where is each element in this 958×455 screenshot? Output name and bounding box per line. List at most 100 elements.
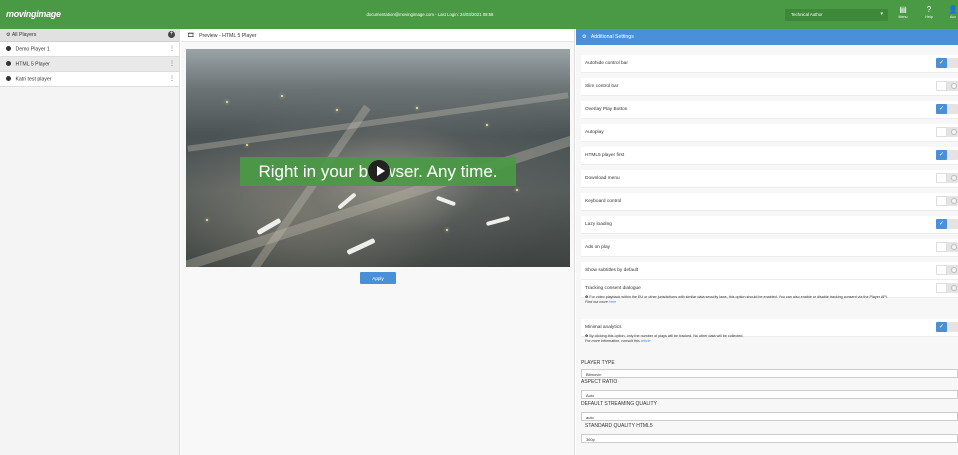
setting-row-lazy-loading: Lazy loading ✓ — [581, 216, 958, 234]
players-sidebar: ⚙ All Players + Demo Player 1 ⋮ HTML 5 P… — [0, 29, 180, 455]
player-type-select[interactable]: Bitmovin — [581, 369, 958, 378]
toggle-off-state — [936, 127, 947, 137]
player-icon — [6, 76, 11, 81]
player-item-label: Demo Player 1 — [15, 46, 50, 53]
account-icon: 👤 — [948, 5, 958, 14]
analytics-article-link[interactable]: article — [641, 339, 651, 343]
setting-label: Autoplay — [585, 130, 604, 135]
gear-icon: ⚙ — [582, 34, 587, 40]
setting-label: Autohide control bar — [585, 61, 628, 66]
setting-toggle[interactable] — [936, 283, 958, 293]
player-type-label: PLAYER TYPE — [581, 360, 615, 366]
streaming-quality-select[interactable]: auto — [581, 412, 958, 421]
settings-title: Additional Settings — [590, 34, 634, 40]
setting-label: Slim control bar — [585, 84, 619, 89]
setting-toggle[interactable]: ✓ — [936, 322, 958, 332]
setting-row-slim-control-bar: Slim control bar — [581, 78, 958, 96]
menu-label: Menu — [898, 15, 908, 19]
add-player-icon[interactable]: + — [168, 31, 175, 38]
help-button[interactable]: ? Help — [919, 4, 939, 19]
preview-header: 🎞 Preview - HTML 5 Player — [181, 29, 574, 42]
toggle-off-state — [936, 81, 947, 91]
minimal-analytics-note: ❶ By clicking this option, only the numb… — [585, 334, 744, 344]
tracking-consent-note: ❶ For video playback within the EU or ot… — [585, 295, 888, 305]
setting-label: Ads on play — [585, 245, 611, 250]
html5-quality-label: STANDARD QUALITY HTML5 — [585, 423, 653, 429]
play-button[interactable] — [368, 160, 390, 182]
help-label: Help — [925, 15, 933, 19]
setting-label: Download menu — [585, 176, 620, 181]
setting-label: Minimal analytics — [585, 325, 622, 330]
setting-toggle[interactable]: ✓ — [936, 219, 958, 229]
setting-toggle[interactable] — [936, 242, 958, 252]
setting-label: Keyboard control — [585, 199, 622, 204]
top-bar: movingimage documentation@movingimage.co… — [0, 0, 958, 29]
setting-row-html5-player-first: HTML5 player first ✓ — [581, 147, 958, 165]
setting-toggle[interactable]: ✓ — [936, 150, 958, 160]
player-item-demo-player-1[interactable]: Demo Player 1 ⋮ — [0, 42, 179, 57]
setting-row-autoplay: Autoplay — [581, 124, 958, 142]
player-list: Demo Player 1 ⋮ HTML 5 Player ⋮ Katri te… — [0, 42, 179, 87]
login-info: documentation@movingimage.com - Last Log… — [366, 12, 494, 17]
player-item-html5-player[interactable]: HTML 5 Player ⋮ — [0, 57, 179, 72]
aspect-ratio-label: ASPECT RATIO — [581, 379, 618, 385]
setting-toggle[interactable] — [936, 81, 958, 91]
toggle-off-state — [936, 242, 947, 252]
toggle-off-state — [936, 196, 947, 206]
setting-toggle[interactable]: ✓ — [936, 58, 958, 68]
info-icon: ❶ — [585, 334, 589, 338]
check-icon: ✓ — [936, 104, 947, 114]
account-button[interactable]: 👤 Acc — [943, 4, 958, 19]
all-players-label: All Players — [11, 32, 37, 38]
setting-row-overlay-play-button: Overlay Play Button ✓ — [581, 101, 958, 119]
toggle-knob-icon — [951, 267, 957, 273]
player-item-label: HTML 5 Player — [15, 61, 50, 68]
setting-toggle[interactable]: ✓ — [936, 104, 958, 114]
help-icon: ? — [926, 5, 932, 14]
video-player[interactable]: Right in your browser. Any time. — [186, 49, 570, 267]
tracking-more-link[interactable]: here — [609, 300, 616, 304]
more-options-icon[interactable]: ⋮ — [169, 60, 175, 67]
html5-quality-select[interactable]: 360p — [581, 434, 958, 443]
setting-row-keyboard-control: Keyboard control — [581, 193, 958, 211]
setting-row-autohide-control-bar: Autohide control bar ✓ — [581, 55, 958, 73]
settings-header: ⚙ Additional Settings — [576, 29, 958, 45]
toggle-knob-icon — [951, 83, 957, 89]
all-players-header[interactable]: ⚙ All Players + — [0, 29, 179, 42]
check-icon: ✓ — [936, 58, 947, 68]
setting-label: Tracking consent dialogue — [585, 286, 641, 291]
player-icon — [6, 46, 11, 51]
streaming-quality-label: DEFAULT STREAMING QUALITY — [581, 401, 657, 407]
players-icon: ⚙ — [6, 32, 11, 38]
menu-button[interactable]: ▤ Menu — [893, 4, 913, 19]
preview-title: Preview - HTML 5 Player — [199, 33, 257, 39]
role-select[interactable]: Technical Author ▾ — [785, 9, 888, 21]
setting-toggle[interactable] — [936, 265, 958, 275]
more-options-icon[interactable]: ⋮ — [169, 45, 175, 52]
film-icon: 🎞 — [187, 33, 195, 39]
setting-label: HTML5 player first — [585, 153, 625, 158]
aspect-ratio-select[interactable]: Auto — [581, 390, 958, 399]
toggle-knob-icon — [951, 198, 957, 204]
setting-toggle[interactable] — [936, 173, 958, 183]
account-label: Acc — [950, 15, 956, 19]
toggle-off-state — [936, 283, 947, 293]
chevron-down-icon: ▾ — [880, 11, 883, 17]
more-options-icon[interactable]: ⋮ — [169, 75, 175, 82]
setting-row-download-menu: Download menu — [581, 170, 958, 188]
toggle-knob-icon — [951, 129, 957, 135]
apply-button[interactable]: Apply — [360, 272, 396, 284]
player-item-label: Katri test player — [15, 76, 52, 83]
check-icon: ✓ — [936, 322, 947, 332]
setting-label: Overlay Play Button — [585, 107, 628, 112]
toggle-knob-icon — [951, 285, 957, 291]
toggle-knob-icon — [951, 175, 957, 181]
setting-toggle[interactable] — [936, 127, 958, 137]
toggle-off-state — [936, 265, 947, 275]
toggle-off-state — [936, 173, 947, 183]
setting-toggle[interactable] — [936, 196, 958, 206]
player-item-katri-test-player[interactable]: Katri test player ⋮ — [0, 72, 179, 87]
check-icon: ✓ — [936, 150, 947, 160]
player-icon — [6, 61, 11, 66]
info-icon: ❶ — [585, 295, 589, 299]
